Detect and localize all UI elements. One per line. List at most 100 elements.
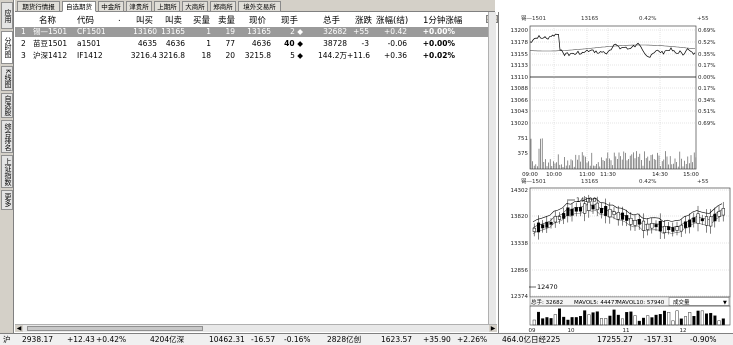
- col-header-ask[interactable]: 叫卖: [165, 14, 182, 26]
- kline-candle-body: [662, 226, 667, 233]
- row-min1: +0.02%: [422, 51, 455, 60]
- tab-futures-quotes[interactable]: 期货行情报: [17, 1, 60, 12]
- kline-left-tick-label: 12374: [511, 294, 529, 300]
- col-header-change[interactable]: 涨跌: [355, 14, 372, 26]
- kline-volume-bar: [532, 319, 536, 326]
- kline-left-tick-label: 12856: [511, 268, 529, 274]
- kline-volume-bar: [700, 310, 704, 326]
- kline-candle-body: [574, 207, 578, 212]
- row-min1: +0.00%: [422, 39, 455, 48]
- kline-left-tick-label: 13338: [511, 241, 529, 247]
- kline-volume-bar: [625, 312, 629, 326]
- kline-volume-bar: [675, 310, 679, 326]
- sidebar-tab-watchlist[interactable]: 自选股: [1, 93, 13, 118]
- row-index: 2: [21, 39, 26, 48]
- kline-high-label: 14100: [576, 196, 597, 204]
- kline-candle-body: [570, 208, 574, 216]
- table-row[interactable]: 1 锡—1501 CF1501 13160 13165 1 19 13165 2…: [15, 27, 495, 37]
- kline-candle-body: [578, 207, 583, 212]
- col-header-curvol[interactable]: 现手: [281, 14, 298, 26]
- tab-overseas[interactable]: 境外交易所: [238, 1, 281, 12]
- indicator-dropdown-label: 成交量: [673, 298, 690, 306]
- kline-candle-body: [536, 222, 541, 233]
- scroll-thumb[interactable]: [27, 326, 203, 331]
- kline-left-ticks: 14302 13820 13338 12856 12374: [511, 188, 529, 300]
- col-header-price[interactable]: 现价: [249, 14, 266, 26]
- status-sh-pct: +0.42%: [96, 335, 127, 344]
- kline-volume-bar: [637, 320, 641, 326]
- kline-volume-bar: [658, 314, 662, 326]
- kline-volume-bar: [616, 314, 620, 326]
- kline-candle-body: [604, 206, 608, 216]
- kline-volume-bar: [599, 318, 603, 326]
- intraday-right-tick-label: 0.34%: [698, 98, 715, 104]
- intraday-left-tick-label: 13020: [511, 121, 529, 127]
- status-sz-index: 10462.31: [209, 335, 245, 344]
- kline-candle-body: [629, 217, 633, 225]
- kline-candle-body: [625, 215, 629, 221]
- col-header-total[interactable]: 总手: [323, 14, 340, 26]
- kline-candle-body: [667, 226, 671, 231]
- intraday-time-tick-label: 11:30: [600, 172, 616, 178]
- kline-candle-body: [709, 216, 713, 227]
- intraday-right-tick-label: 0.17%: [698, 63, 715, 69]
- row-curvol: 5 ◆: [290, 51, 303, 60]
- tab-dce[interactable]: 大商所: [182, 1, 208, 12]
- col-header-code[interactable]: 代码: [77, 14, 94, 26]
- intraday-right-tick-label: 0.51%: [698, 109, 715, 115]
- kline-candle-body: [641, 220, 646, 231]
- intraday-left-tick-label: 13200: [511, 28, 529, 34]
- col-header-bid[interactable]: 叫买: [136, 14, 153, 26]
- col-header-min1[interactable]: 1分钟涨幅: [423, 14, 462, 26]
- horizontal-scrollbar[interactable]: ◀ ▶: [15, 324, 497, 332]
- row-total: 32682: [323, 27, 347, 36]
- table-row[interactable]: 2 苗豆1501 a1501 4635 4636 1 77 4636 40 ◆ …: [15, 39, 495, 49]
- kline-volume-bar: [709, 312, 713, 326]
- kline-volume-bar: [641, 317, 645, 326]
- sidebar-tab-kline[interactable]: K线图: [1, 66, 13, 91]
- kline-candle-body: [553, 216, 557, 223]
- sidebar-tab-apps[interactable]: 应用: [1, 2, 13, 29]
- kline-grid: [530, 189, 730, 297]
- intraday-left-tick-label: 13155: [511, 52, 529, 58]
- kline-volume-bar: [713, 315, 717, 326]
- kline-candle-body: [675, 226, 679, 231]
- sidebar-tab-timeshare[interactable]: 分时图: [1, 31, 13, 64]
- col-header-bidvol[interactable]: 买量: [193, 14, 210, 26]
- sidebar-tab-ranking[interactable]: 综合排名: [1, 120, 13, 153]
- tab-cffex[interactable]: 中金所: [98, 1, 124, 12]
- kline-left-tick-label: 13820: [511, 214, 529, 220]
- tab-shfe[interactable]: 上期所: [154, 1, 180, 12]
- sidebar-tab-more[interactable]: 更多: [1, 190, 13, 210]
- row-name: 沪深1412: [33, 51, 68, 60]
- col-header-askvol[interactable]: 卖量: [218, 14, 235, 26]
- tab-czce[interactable]: 郑商所: [210, 1, 236, 12]
- scroll-right-icon[interactable]: ▶: [489, 325, 497, 332]
- row-code: CF1501: [77, 27, 106, 36]
- indicator-vol: 总手: 32682: [531, 298, 563, 306]
- kline-volume-bar: [537, 311, 541, 326]
- table-row[interactable]: 3 沪深1412 IF1412 3216.4 3216.8 18 20 3215…: [15, 51, 495, 61]
- row-askvol: 77: [225, 39, 235, 48]
- kline-volume-bar: [633, 315, 637, 326]
- col-header-dot[interactable]: .: [118, 14, 121, 24]
- tab-watchlist-futures[interactable]: 自选期货: [62, 1, 96, 12]
- status-nikkei-index: 17255.27: [597, 335, 633, 344]
- intraday-left-tick-label: 375: [518, 151, 529, 157]
- row-min1: +0.00%: [422, 27, 455, 36]
- tab-tianjin[interactable]: 津贵所: [126, 1, 152, 12]
- row-bidvol: 1: [206, 27, 211, 36]
- kline-volume-bar: [591, 312, 595, 326]
- intraday-left-tick-label: 13066: [511, 98, 529, 104]
- col-header-name[interactable]: 名称: [39, 14, 56, 26]
- row-total: 38728: [323, 39, 347, 48]
- vertical-scrollbar[interactable]: [488, 12, 496, 324]
- kline-volume-bar: [620, 318, 624, 326]
- status-sh-index: 2938.17: [22, 335, 54, 344]
- kline-volume-bar: [545, 317, 549, 326]
- col-header-pct[interactable]: 涨幅(结): [376, 14, 408, 26]
- kline-candle-body: [549, 221, 553, 225]
- sidebar-tab-index[interactable]: 上证指数: [1, 155, 13, 188]
- scroll-left-icon[interactable]: ◀: [15, 325, 23, 332]
- row-ask: 13165: [161, 27, 185, 36]
